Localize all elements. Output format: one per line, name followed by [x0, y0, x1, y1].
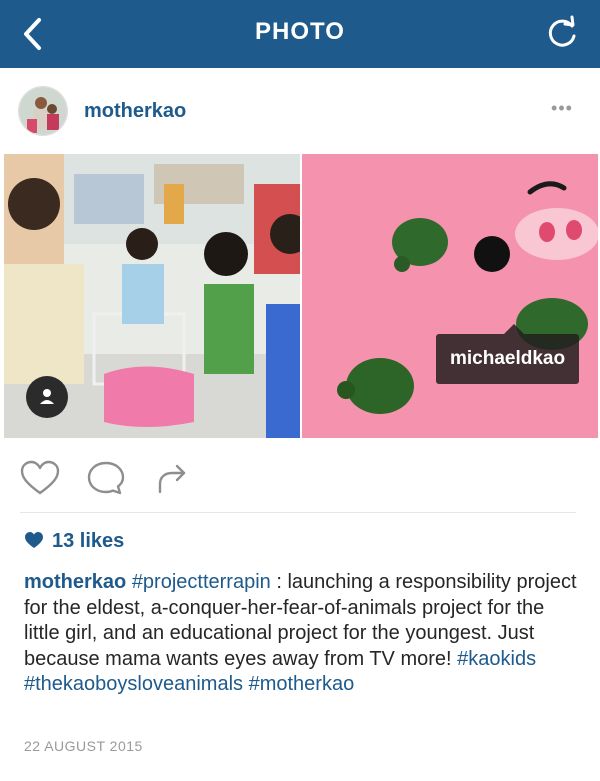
- heart-filled-icon: [25, 532, 43, 548]
- post-username[interactable]: motherkao: [84, 100, 186, 123]
- person-icon: [40, 389, 54, 404]
- caption-username[interactable]: motherkao: [24, 571, 126, 593]
- post-header: motherkao •••: [0, 68, 600, 154]
- avatar-image: [19, 87, 67, 135]
- share-arrow-icon: [158, 464, 186, 494]
- hashtag-link[interactable]: #kaokids: [457, 648, 536, 670]
- refresh-icon: [548, 15, 576, 47]
- post-date: 22 AUGUST 2015: [24, 738, 143, 754]
- photo-right-panel: [302, 154, 598, 438]
- share-button[interactable]: [150, 458, 194, 498]
- user-tags-button[interactable]: [26, 376, 68, 418]
- hashtag-link[interactable]: #projectterrapin: [132, 571, 271, 593]
- photo-left-panel: [4, 154, 300, 438]
- refresh-button[interactable]: [542, 14, 582, 54]
- comment-icon: [87, 461, 125, 495]
- hashtag-link[interactable]: #thekaoboysloveanimals: [24, 673, 243, 695]
- avatar[interactable]: [18, 86, 68, 136]
- hashtag-link[interactable]: #motherkao: [249, 673, 355, 695]
- post-actions: [0, 438, 600, 518]
- post-photo[interactable]: [0, 154, 600, 438]
- likes-count[interactable]: 13 likes: [24, 530, 124, 558]
- tag-pointer: [504, 324, 524, 334]
- heart-icon: [20, 460, 60, 495]
- more-options-button[interactable]: •••: [548, 98, 576, 122]
- comment-button[interactable]: [84, 458, 128, 498]
- post-caption: motherkao #projectterrapin : launching a…: [24, 570, 584, 698]
- likes-label: 13 likes: [52, 530, 125, 552]
- page-title: PHOTO: [255, 18, 345, 45]
- top-nav-bar: PHOTO: [0, 0, 600, 68]
- tagged-user-label[interactable]: michaeldkao: [436, 334, 580, 384]
- like-button[interactable]: [18, 458, 62, 498]
- turtles-photo: [302, 154, 598, 438]
- actions-divider: [20, 512, 576, 513]
